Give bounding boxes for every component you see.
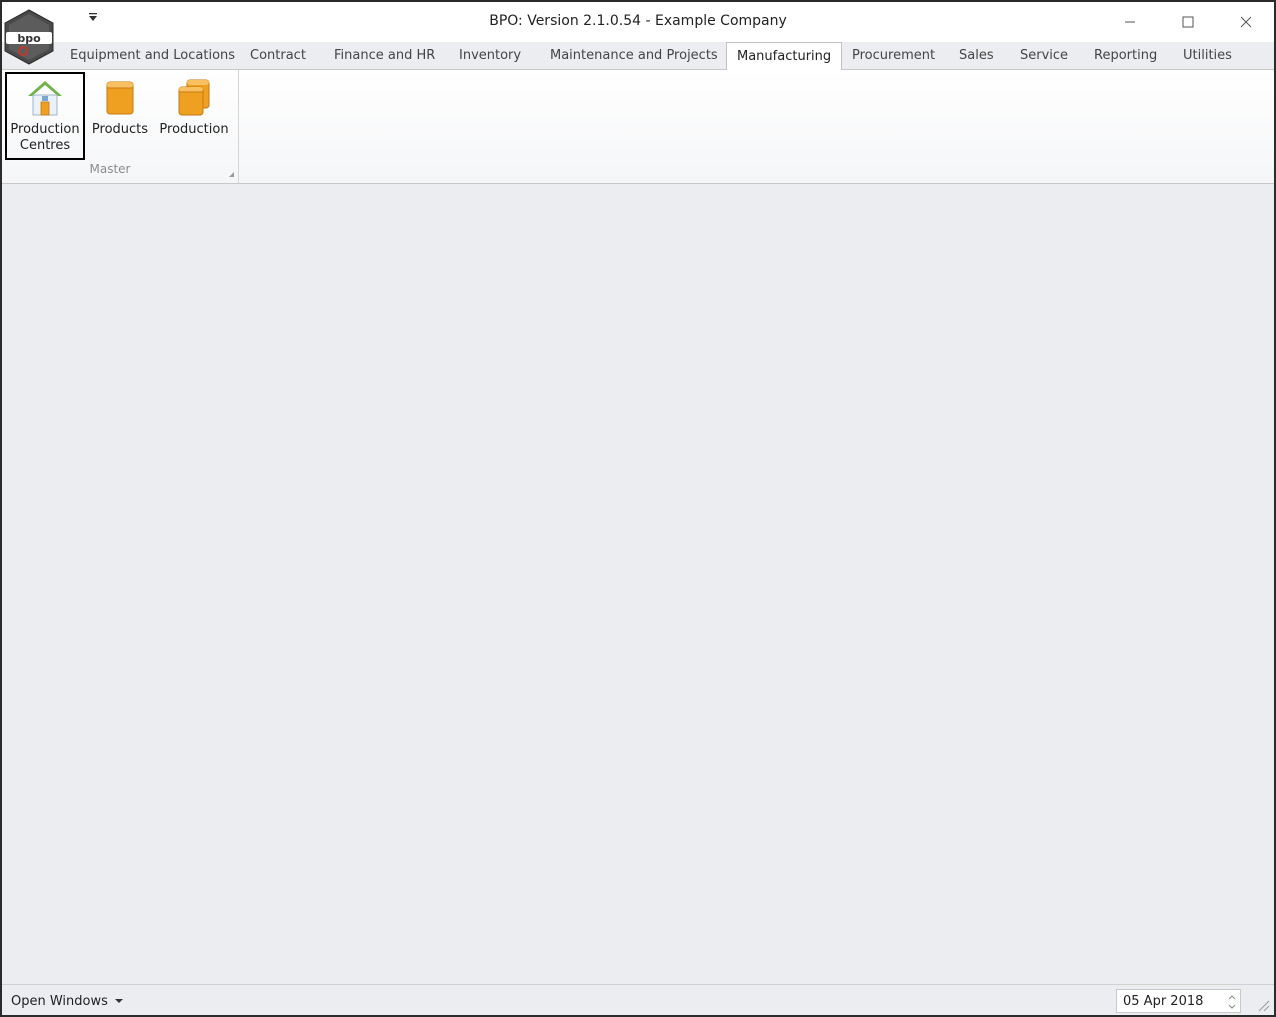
ribbon-tabs: Equipment and Locations Contract Finance… [2,42,1274,71]
app-window: bpo BPO: Version 2.1.0.54 - Example Comp… [0,0,1276,1017]
ribbon-panel: Production Centres Products Production M… [2,70,1274,184]
tab-inventory[interactable]: Inventory [459,42,521,70]
spin-up-icon[interactable] [1226,992,1238,1002]
title-bar: bpo BPO: Version 2.1.0.54 - Example Comp… [2,2,1274,65]
close-icon [1240,16,1252,28]
products-label: Products [91,122,149,137]
production-centres-label-1: Production [10,122,80,137]
svg-text:bpo: bpo [17,32,41,45]
minimize-icon [1125,21,1135,23]
production-centres-button[interactable]: Production Centres [5,72,85,160]
maximize-button[interactable] [1173,10,1203,34]
status-bar: Open Windows 05 Apr 2018 [2,984,1274,1015]
ribbon-group-master: Production Centres Products Production M… [2,70,239,183]
tab-equipment-and-locations[interactable]: Equipment and Locations [70,42,235,70]
tab-finance-and-hr[interactable]: Finance and HR [334,42,435,70]
window-title: BPO: Version 2.1.0.54 - Example Company [489,13,787,29]
close-button[interactable] [1231,10,1261,34]
tab-maintenance-and-projects[interactable]: Maintenance and Projects [550,42,718,70]
chevron-down-icon [115,999,124,1003]
tab-contract[interactable]: Contract [250,42,306,70]
resize-grip-icon [1258,1000,1270,1012]
ribbon-group-label: Master [89,162,131,176]
maximize-icon [1182,16,1194,28]
app-logo[interactable]: bpo [3,9,55,65]
products-button[interactable]: Products [90,72,150,160]
open-windows-label: Open Windows [11,994,108,1009]
box-icon [106,81,134,115]
date-value: 05 Apr 2018 [1123,994,1204,1009]
tab-service[interactable]: Service [1020,42,1068,70]
tab-procurement[interactable]: Procurement [852,42,935,70]
tab-sales[interactable]: Sales [959,42,994,70]
minimize-button[interactable] [1115,10,1145,34]
date-field[interactable]: 05 Apr 2018 [1116,989,1241,1013]
bpo-logo-icon: bpo [4,9,54,65]
dialog-launcher-icon [229,172,234,177]
resize-grip[interactable] [1256,998,1270,1012]
production-centres-label-2: Centres [19,138,71,153]
open-windows-menu[interactable]: Open Windows [11,994,124,1009]
tab-reporting[interactable]: Reporting [1094,42,1157,70]
main-workspace [2,184,1274,984]
tab-utilities[interactable]: Utilities [1183,42,1232,70]
group-dialog-launcher[interactable] [226,168,236,178]
production-button[interactable]: Production [158,72,230,160]
spin-down-icon[interactable] [1226,1002,1238,1012]
tab-manufacturing[interactable]: Manufacturing [726,42,843,71]
stacked-boxes-icon [178,79,210,116]
production-label: Production [159,122,229,137]
house-icon [28,81,62,116]
